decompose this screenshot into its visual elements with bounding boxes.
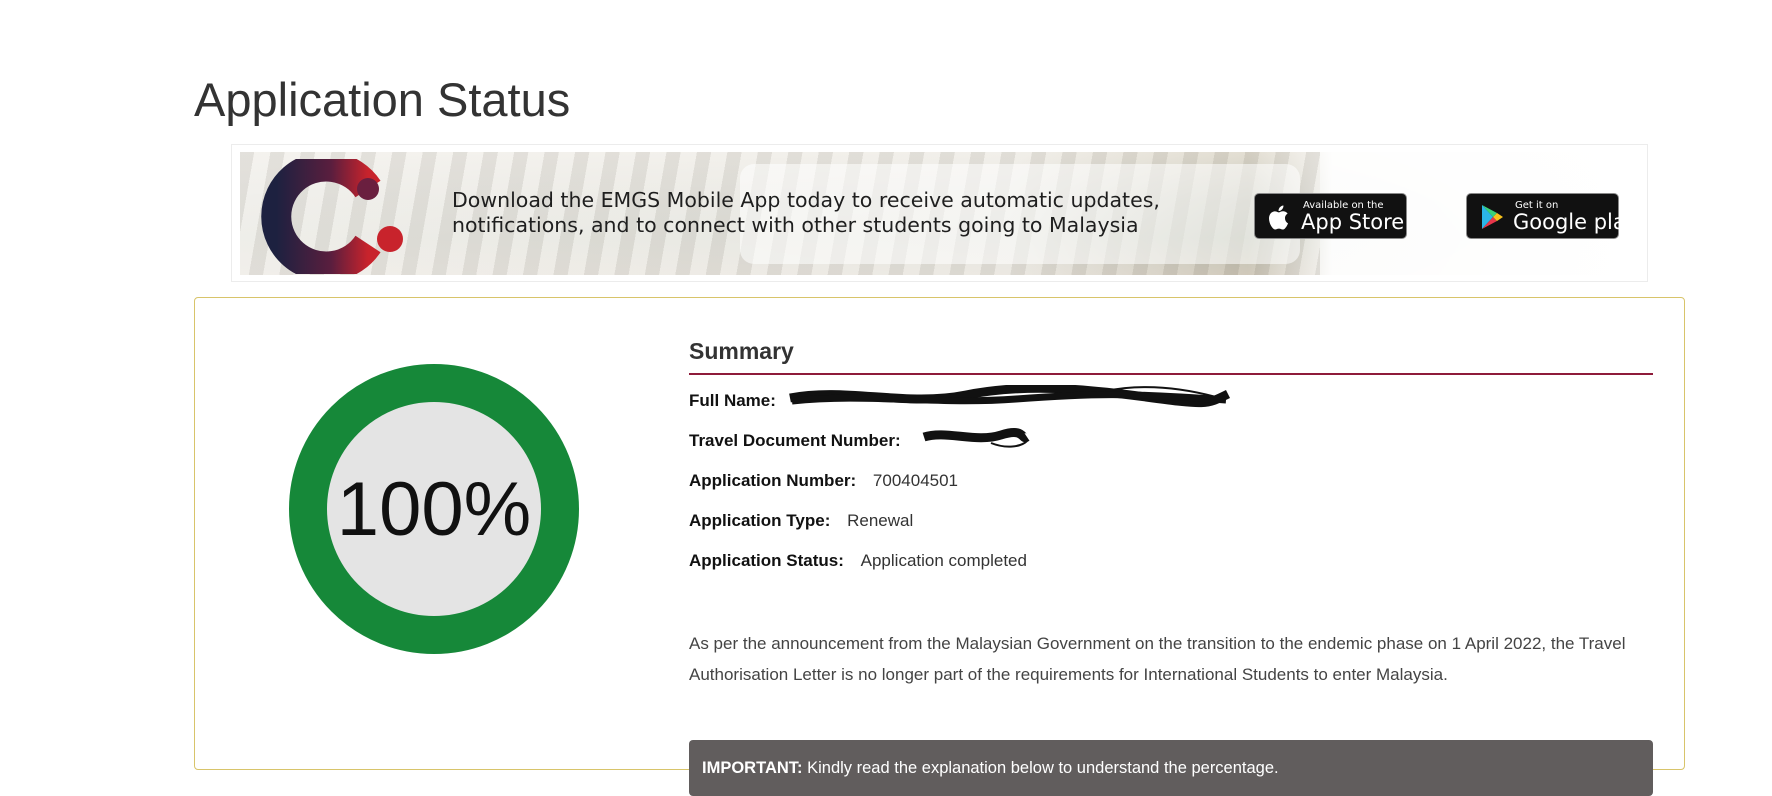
travel-document-redaction (922, 428, 1030, 448)
full-name-redaction (789, 385, 1231, 408)
summary-section: Summary Full Name: Travel Document Numbe… (689, 338, 1653, 796)
mobile-app-banner: Download the EMGS Mobile App today to re… (231, 144, 1648, 282)
progress-percentage: 100% (336, 466, 532, 552)
application-number-value: 700404501 (872, 471, 959, 490)
apple-icon (1269, 205, 1288, 230)
app-store-big-text: App Store (1301, 210, 1405, 234)
play-icon (1482, 205, 1503, 229)
full-name-row: Full Name: (689, 391, 776, 410)
app-store-badge[interactable]: Available on the App Store (1254, 193, 1407, 239)
important-notice-bar: IMPORTANT: Kindly read the explanation b… (689, 740, 1653, 796)
application-type-row: Application Type: Renewal (689, 511, 914, 530)
application-type-label: Application Type (689, 511, 825, 530)
endemic-notice: As per the announcement from the Malaysi… (689, 634, 1626, 684)
google-play-badge[interactable]: Get it on Google play (1466, 193, 1638, 239)
emgs-logo (261, 159, 403, 274)
travel-document-row: Travel Document Number: (689, 431, 901, 450)
summary-heading: Summary (689, 338, 1653, 375)
page-title: Application Status (194, 73, 571, 126)
application-number-row: Application Number: 700404501 (689, 471, 959, 490)
banner-background: Download the EMGS Mobile App today to re… (240, 152, 1640, 275)
google-play-big-text: Google play (1513, 210, 1639, 234)
important-text: Kindly read the explanation below to und… (807, 759, 1279, 777)
banner-message: Download the EMGS Mobile App today to re… (452, 188, 1160, 237)
travel-document-label: Travel Document Number (689, 431, 895, 450)
application-type-value: Renewal (847, 511, 914, 530)
application-status-label: Application Status (689, 551, 839, 570)
important-label: IMPORTANT: (702, 759, 803, 777)
application-number-label: Application Number (689, 471, 851, 490)
application-status-value: Application completed (860, 551, 1027, 570)
application-status-row: Application Status: Application complete… (689, 551, 1027, 570)
full-name-label: Full Name (689, 391, 771, 410)
application-status-card: 100% Summary Full Name: Travel Document … (194, 297, 1685, 796)
